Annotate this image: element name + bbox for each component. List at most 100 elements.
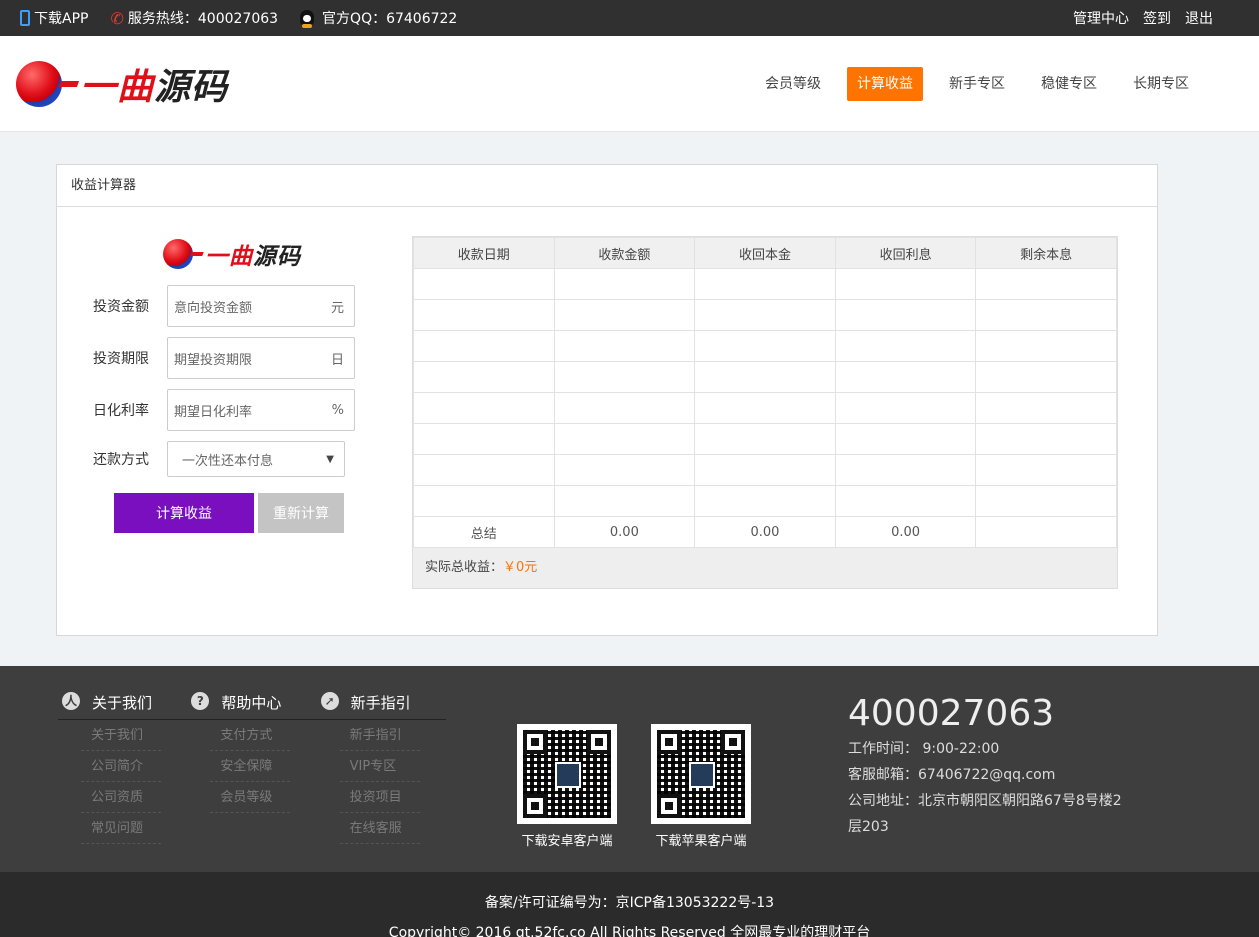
site-footer: 人 关于我们 ? 帮助中心 ➚ 新手指引 关于我们 公司简介 公司资质 常见问题… bbox=[0, 666, 1259, 872]
table-row bbox=[413, 454, 1117, 486]
amount-row: 投资金额 意向投资金额 元 bbox=[87, 285, 387, 327]
compass-icon: ➚ bbox=[320, 692, 339, 710]
repay-method-select[interactable]: 一次性还本付息 ▼ bbox=[167, 441, 345, 477]
footer-links: 关于我们 公司简介 公司资质 常见问题 支付方式 安全保障 会员等级 新手指引 … bbox=[58, 720, 446, 844]
footer-heading-guide: ➚ 新手指引 bbox=[317, 692, 446, 719]
col-principal: 收回本金 bbox=[694, 237, 836, 269]
logout-link[interactable]: 退出 bbox=[1185, 8, 1213, 28]
table-row bbox=[413, 268, 1117, 300]
earnings-calculator-panel: 收益计算器 一曲源码 投资金额 意向投资金额 元 投资期限 期望投资期限 日 日… bbox=[56, 164, 1158, 636]
rate-label: 日化利率 bbox=[93, 403, 149, 419]
mobile-phone-icon bbox=[20, 10, 30, 26]
nav-calculate-earnings[interactable]: 计算收益 bbox=[847, 66, 923, 101]
term-placeholder: 期望投资期限 bbox=[174, 352, 253, 368]
qq-penguin-icon bbox=[300, 10, 315, 28]
form-buttons: 计算收益 重新计算 bbox=[114, 493, 387, 533]
logo-ball-icon bbox=[163, 239, 193, 269]
nav-newbie-zone[interactable]: 新手专区 bbox=[939, 67, 1015, 101]
total-amount: 0.00 bbox=[553, 516, 696, 548]
total-remaining bbox=[975, 516, 1117, 548]
footer-link[interactable]: 常见问题 bbox=[81, 813, 161, 844]
amount-input[interactable]: 意向投资金额 元 bbox=[167, 285, 355, 327]
reset-button[interactable]: 重新计算 bbox=[258, 493, 344, 533]
footer-link[interactable]: 安全保障 bbox=[210, 751, 291, 782]
app-logo-icon bbox=[555, 762, 581, 788]
copyright-text: Copyright© 2016 qt.52fc.co All Rights Re… bbox=[388, 925, 871, 937]
total-interest: 0.00 bbox=[834, 516, 977, 548]
contact-info: 400027063 工作时间： 9:00-22:00 客服邮箱：67406722… bbox=[848, 692, 1128, 840]
calculator-form: 一曲源码 投资金额 意向投资金额 元 投资期限 期望投资期限 日 日化利率 期望… bbox=[87, 237, 387, 533]
rate-input[interactable]: 期望日化利率 % bbox=[167, 389, 355, 431]
contact-phone: 400027063 bbox=[848, 693, 1055, 734]
ios-qr-caption: 下载苹果客户端 bbox=[655, 834, 747, 849]
col-receive-amount: 收款金额 bbox=[553, 237, 696, 269]
footer-heading-about: 人 关于我们 bbox=[58, 692, 187, 719]
amount-placeholder: 意向投资金额 bbox=[174, 300, 253, 316]
repay-method-value: 一次性还本付息 bbox=[182, 453, 274, 469]
ios-qr[interactable]: 下载苹果客户端 bbox=[651, 724, 751, 849]
col-remaining: 剩余本息 bbox=[975, 237, 1117, 269]
repay-row: 还款方式 一次性还本付息 ▼ bbox=[87, 441, 387, 477]
footer-link[interactable]: 会员等级 bbox=[210, 782, 291, 813]
footer-link[interactable]: 公司简介 bbox=[81, 751, 161, 782]
footer-list-guide: 新手指引 VIP专区 投资项目 在线客服 bbox=[317, 720, 446, 844]
official-qq: 官方QQ：67406722 bbox=[300, 8, 457, 28]
calculate-button[interactable]: 计算收益 bbox=[114, 493, 254, 533]
results-table: 收款日期 收款金额 收回本金 收回利息 剩余本息 总结 0.00 0.00 0.… bbox=[412, 236, 1118, 589]
icp-license: 备案/许可证编号为：京ICP备13053222号-13 bbox=[484, 895, 775, 911]
user-icon: 人 bbox=[62, 692, 80, 710]
site-header: 一曲源码 会员等级 计算收益 新手专区 稳健专区 长期专区 bbox=[0, 36, 1259, 132]
footer-link[interactable]: 支付方式 bbox=[210, 720, 291, 751]
table-row bbox=[413, 392, 1117, 424]
hotline-text: 服务热线：400027063 bbox=[127, 11, 279, 27]
sign-in-link[interactable]: 签到 bbox=[1143, 8, 1171, 28]
footer-link[interactable]: 关于我们 bbox=[81, 720, 161, 751]
nav-member-level[interactable]: 会员等级 bbox=[755, 67, 831, 101]
logo-dash bbox=[190, 252, 204, 256]
actual-earnings-label: 实际总收益： bbox=[425, 560, 504, 575]
android-qr[interactable]: 下载安卓客户端 bbox=[517, 724, 617, 849]
table-header-row: 收款日期 收款金额 收回本金 收回利息 剩余本息 bbox=[413, 237, 1117, 269]
main-nav: 会员等级 计算收益 新手专区 稳健专区 长期专区 bbox=[739, 66, 1199, 101]
term-unit: 日 bbox=[330, 352, 344, 368]
amount-unit: 元 bbox=[330, 300, 344, 316]
logo-text: 一曲源码 bbox=[80, 66, 229, 108]
panel-title: 收益计算器 bbox=[57, 165, 1157, 207]
term-input[interactable]: 期望投资期限 日 bbox=[167, 337, 355, 379]
rate-row: 日化利率 期望日化利率 % bbox=[87, 389, 387, 431]
form-logo: 一曲源码 bbox=[163, 237, 387, 271]
admin-center-link[interactable]: 管理中心 bbox=[1073, 8, 1129, 28]
logo-dash bbox=[58, 80, 80, 87]
nav-steady-zone[interactable]: 稳健专区 bbox=[1031, 67, 1107, 101]
download-app-link[interactable]: 下载APP bbox=[20, 8, 88, 28]
footer-list-help: 支付方式 安全保障 会员等级 bbox=[187, 720, 316, 844]
term-label: 投资期限 bbox=[93, 351, 149, 367]
col-receive-date: 收款日期 bbox=[413, 237, 555, 269]
actual-earnings: 实际总收益：￥0元 bbox=[413, 548, 1117, 588]
col-interest: 收回利息 bbox=[834, 237, 977, 269]
dropdown-arrow-icon: ▼ bbox=[326, 453, 334, 465]
footer-link[interactable]: 新手指引 bbox=[339, 720, 420, 751]
table-row bbox=[413, 330, 1117, 362]
total-principal: 0.00 bbox=[694, 516, 836, 548]
footer-link[interactable]: 公司资质 bbox=[81, 782, 161, 813]
table-row bbox=[413, 485, 1117, 517]
telephone-icon: ✆ bbox=[110, 8, 124, 28]
footer-link[interactable]: 在线客服 bbox=[339, 813, 420, 844]
footer-link[interactable]: VIP专区 bbox=[339, 751, 420, 782]
qr-code-ios bbox=[651, 724, 751, 824]
top-bar: 下载APP ✆ 服务热线：400027063 官方QQ：67406722 管理中… bbox=[0, 0, 1259, 36]
qr-code-android bbox=[517, 724, 617, 824]
footer-link[interactable]: 投资项目 bbox=[339, 782, 420, 813]
logo-ball-icon bbox=[16, 60, 62, 107]
nav-longterm-zone[interactable]: 长期专区 bbox=[1123, 67, 1199, 101]
help-icon: ? bbox=[191, 692, 210, 710]
rate-unit: % bbox=[331, 402, 344, 418]
work-hours: 工作时间： 9:00-22:00 bbox=[848, 741, 1000, 757]
total-row: 总结 0.00 0.00 0.00 bbox=[413, 516, 1117, 548]
download-app-label: 下载APP bbox=[34, 11, 89, 27]
site-logo[interactable]: 一曲源码 bbox=[16, 58, 228, 110]
logo-text: 一曲源码 bbox=[205, 244, 301, 270]
footer-headings: 人 关于我们 ? 帮助中心 ➚ 新手指引 bbox=[58, 692, 446, 720]
service-email: 客服邮箱：67406722@qq.com bbox=[848, 767, 1056, 783]
